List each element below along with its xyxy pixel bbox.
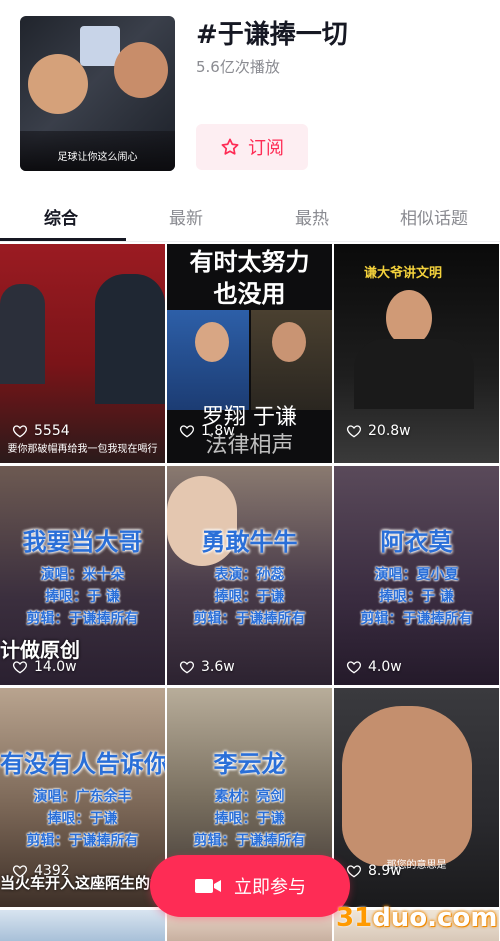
like-count: 3.6w: [179, 659, 235, 675]
heart-icon: [179, 661, 195, 674]
cover-person-left: [28, 54, 88, 114]
video-credit-line: 剪辑：于谦捧所有: [193, 833, 306, 849]
video-credit-line: 演唱：广东余丰: [33, 789, 132, 805]
like-count-value: 14.0w: [34, 659, 77, 675]
heart-icon: [12, 425, 28, 438]
video-credit-line: 剪辑：于谦捧所有: [26, 611, 139, 627]
performer-face: [386, 290, 432, 346]
participate-button[interactable]: 立即参与: [150, 855, 350, 917]
tab-comprehensive[interactable]: 综合: [44, 204, 78, 229]
heart-icon: [12, 661, 28, 674]
person-face: [272, 322, 306, 362]
video-overlay-title: 阿衣莫: [380, 528, 453, 556]
video-overlay-title: 李云龙: [213, 750, 286, 778]
like-count-value: 1.8w: [201, 423, 235, 439]
video-caption: 要你那破帽再给我一包我现在喝行: [7, 444, 158, 455]
like-count-value: 20.8w: [368, 423, 411, 439]
subscribe-button[interactable]: 订阅: [196, 124, 308, 170]
tab-hottest[interactable]: 最热: [295, 204, 329, 229]
participate-label: 立即参与: [234, 877, 306, 898]
topic-title: #于谦捧一切: [196, 20, 348, 50]
video-camera-icon: [195, 879, 221, 893]
video-credit-line: 演唱：夏小夏: [374, 567, 459, 583]
video-credit-line: 捧哏：于谦: [214, 811, 285, 827]
cover-person-right: [114, 42, 168, 98]
video-card[interactable]: 我要当大哥 演唱：米十朵 捧哏：于 谦 剪辑：于谦捧所有 计做原创 14.0w: [0, 466, 165, 685]
performer-body: [354, 339, 474, 409]
video-badge: 谦大爷讲文明: [364, 266, 443, 281]
video-card[interactable]: 有时太努力 也没用 罗翔 于谦 法律相声 1.8w: [167, 244, 332, 463]
like-count: 14.0w: [12, 659, 77, 675]
like-count: 8.9w: [346, 863, 402, 879]
topic-play-count: 5.6亿次播放: [196, 58, 280, 76]
video-overlay-title: 勇敢牛牛: [201, 528, 298, 556]
video-credit-line: 捧哏：于 谦: [45, 589, 120, 605]
cover-emblem: [80, 26, 120, 66]
video-credit-line: 剪辑：于谦捧所有: [26, 833, 139, 849]
video-title-line2: 也没用: [213, 280, 286, 308]
heart-icon: [346, 425, 362, 438]
video-credit-line: 剪辑：于谦捧所有: [193, 611, 306, 627]
performer-left: [0, 284, 45, 384]
star-icon: [221, 138, 239, 155]
video-credit-line: 演唱：米十朵: [40, 567, 125, 583]
video-card[interactable]: 要你那破帽再给我一包我现在喝行 5554: [0, 244, 165, 463]
site-watermark: 31duo.com: [336, 903, 498, 933]
subscribe-label: 订阅: [248, 138, 284, 159]
like-count-value: 5554: [34, 423, 70, 439]
video-title-line1: 有时太努力: [189, 248, 310, 276]
performer-right: [95, 274, 165, 404]
video-credit-line: 捧哏：于 谦: [379, 589, 454, 605]
video-card[interactable]: 勇敢牛牛 表演：孙蕊 捧哏：于谦 剪辑：于谦捧所有 3.6w: [167, 466, 332, 685]
like-count: 1.8w: [179, 423, 235, 439]
tab-active-indicator: [0, 238, 126, 241]
video-credit-line: 捧哏：于谦: [47, 811, 118, 827]
like-count-value: 3.6w: [201, 659, 235, 675]
video-overlay-title: 我要当大哥: [22, 528, 143, 556]
video-overlay-title: 有没有人告诉你: [0, 750, 165, 778]
like-count-value: 4392: [34, 863, 70, 879]
tab-similar-topics[interactable]: 相似话题: [400, 204, 468, 229]
video-credit-line: 表演：孙蕊: [214, 567, 285, 583]
video-card[interactable]: 那您的意思是 8.9w: [334, 688, 499, 907]
video-grid: 要你那破帽再给我一包我现在喝行 5554 有时太努力 也没用 罗翔 于谦 法律相…: [0, 244, 500, 941]
tab-bar: 综合 最新 最热 相似话题: [0, 190, 500, 242]
topic-header: 足球让你这么闹心 #于谦捧一切 5.6亿次播放 订阅: [0, 0, 500, 190]
video-credit-line: 捧哏：于谦: [214, 589, 285, 605]
heart-icon: [346, 661, 362, 674]
video-card[interactable]: 阿衣莫 演唱：夏小夏 捧哏：于 谦 剪辑：于谦捧所有 4.0w: [334, 466, 499, 685]
like-count: 20.8w: [346, 423, 411, 439]
like-count-value: 8.9w: [368, 863, 402, 879]
video-card[interactable]: [0, 910, 165, 941]
video-card[interactable]: 谦大爷讲文明 20.8w: [334, 244, 499, 463]
performer-face: [342, 706, 472, 866]
like-count: 5554: [12, 423, 70, 439]
video-credit-line: 剪辑：于谦捧所有: [360, 611, 473, 627]
like-count-value: 4.0w: [368, 659, 402, 675]
heart-icon: [179, 425, 195, 438]
person-face: [195, 322, 229, 362]
heart-icon: [12, 865, 28, 878]
tab-latest[interactable]: 最新: [169, 204, 203, 229]
cover-caption: 足球让你这么闹心: [57, 152, 138, 163]
video-card[interactable]: 有没有人告诉你 演唱：广东余丰 捧哏：于谦 剪辑：于谦捧所有 当火车开入这座陌生…: [0, 688, 165, 907]
like-count: 4392: [12, 863, 70, 879]
video-credit-line: 素材：亮剑: [214, 789, 285, 805]
like-count: 4.0w: [346, 659, 402, 675]
topic-cover-image[interactable]: 足球让你这么闹心: [20, 16, 175, 171]
